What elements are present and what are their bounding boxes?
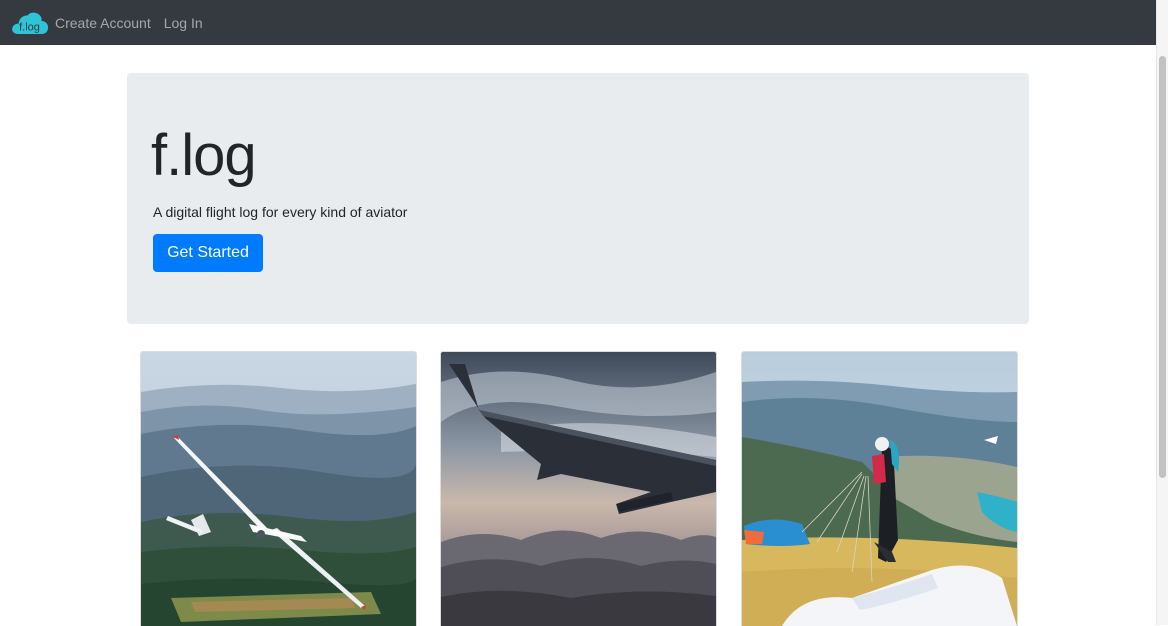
gallery-card-wing xyxy=(440,351,717,626)
paraglider-photo xyxy=(742,352,1017,626)
page-scrollbar[interactable] xyxy=(1156,0,1168,625)
gallery-card-paraglider xyxy=(741,351,1018,626)
gallery-card-glider xyxy=(140,351,417,626)
wing-photo xyxy=(441,352,716,626)
hero-lead: A digital flight log for every kind of a… xyxy=(153,204,408,220)
brand-text: f.log xyxy=(19,21,40,33)
cloud-logo-icon: f.log xyxy=(12,12,49,34)
hero-jumbotron: f.log A digital flight log for every kin… xyxy=(127,73,1029,324)
nav-login-link[interactable]: Log In xyxy=(164,15,203,31)
hero-title: f.log xyxy=(151,123,257,188)
nav-create-account-link[interactable]: Create Account xyxy=(55,15,151,31)
get-started-button[interactable]: Get Started xyxy=(153,234,263,272)
scrollbar-thumb[interactable] xyxy=(1159,56,1166,478)
brand-logo[interactable]: f.log xyxy=(11,10,49,36)
glider-photo xyxy=(141,352,416,626)
top-navbar: f.log Create Account Log In xyxy=(0,0,1157,45)
